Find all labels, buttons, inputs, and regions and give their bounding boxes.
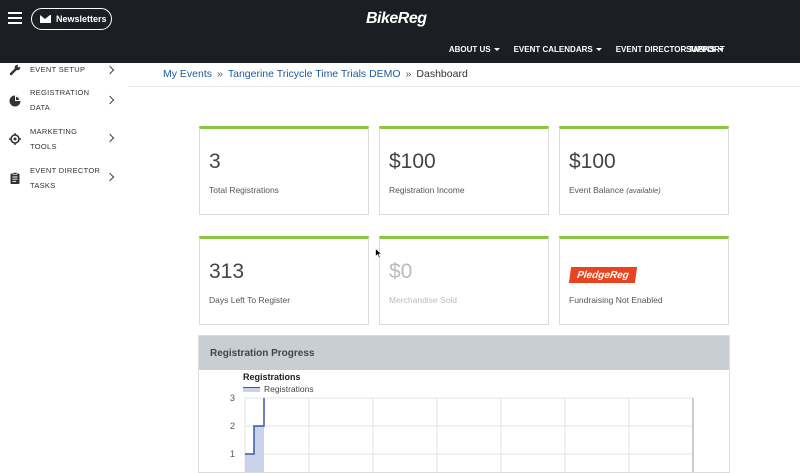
sidebar-item-marketing-tools[interactable]: MARKETING TOOLS	[0, 124, 128, 154]
breadcrumb-current: Dashboard	[416, 68, 468, 80]
caret-down-icon	[595, 48, 602, 51]
pie-chart-icon	[9, 95, 21, 107]
breadcrumb-divider	[128, 86, 800, 87]
card-label: Registration Income	[389, 185, 465, 195]
card-label-note: (available)	[626, 186, 661, 195]
chevron-right-icon	[105, 65, 115, 75]
target-icon	[9, 133, 21, 145]
newsletters-button[interactable]: Newsletters	[31, 8, 112, 30]
registrations-chart: 3 2 1	[230, 393, 694, 472]
nav-about-us-label: ABOUT US	[448, 45, 491, 54]
card-fundraising[interactable]: PledgeReg Fundraising Not Enabled	[559, 236, 729, 325]
card-label: Event Balance (available)	[569, 185, 661, 195]
card-label: Total Registrations	[209, 185, 279, 195]
chart-y-ticks: 3 2 1	[230, 393, 235, 459]
sidebar-item-event-setup[interactable]: EVENT SETUP	[0, 63, 128, 77]
sidebar-item-label-line2: TOOLS	[30, 142, 57, 151]
breadcrumb: My Events » Tangerine Tricycle Time Tria…	[163, 68, 468, 80]
card-registration-income[interactable]: $100 Registration Income	[379, 126, 549, 215]
chevron-right-icon	[105, 172, 115, 182]
registration-progress-header: Registration Progress	[199, 336, 729, 370]
mouse-cursor-icon	[375, 248, 383, 259]
nav-support[interactable]: SUPPORT	[686, 45, 725, 54]
card-label: Fundraising Not Enabled	[569, 295, 663, 305]
sidebar-item-label-line1: MARKETING	[30, 127, 78, 136]
wrench-icon	[9, 64, 21, 76]
card-merchandise-sold[interactable]: $0 Merchandise Sold	[379, 236, 549, 325]
card-value: $100	[569, 150, 616, 173]
sidebar: EVENT SETUP REGISTRATION DATA MARKETING …	[0, 63, 128, 473]
card-value: $0	[389, 260, 413, 283]
breadcrumb-event[interactable]: Tangerine Tricycle Time Trials DEMO	[228, 68, 401, 80]
sidebar-item-label-line1: REGISTRATION	[30, 88, 90, 97]
pledgereg-logo: PledgeReg	[568, 267, 638, 283]
card-value: $100	[389, 150, 436, 173]
chart-grid	[244, 397, 694, 472]
sidebar-item-label: EVENT SETUP	[30, 65, 86, 74]
y-tick-label: 3	[230, 393, 235, 403]
sidebar-item-label-line2: TASKS	[30, 181, 56, 190]
chart-title: Registrations	[243, 372, 301, 382]
top-navigation-bar: Newsletters BikeReg ABOUT US EVENT CALEN…	[0, 0, 800, 63]
newsletters-label: Newsletters	[56, 14, 107, 24]
y-tick-label: 1	[230, 449, 235, 459]
sidebar-item-label-line1: EVENT DIRECTOR	[30, 166, 101, 175]
sidebar-item-registration-data[interactable]: REGISTRATION DATA	[0, 85, 128, 115]
y-tick-label: 2	[230, 421, 235, 431]
caret-down-icon	[493, 48, 500, 51]
hamburger-menu-icon[interactable]	[8, 12, 22, 26]
card-total-registrations[interactable]: 3 Total Registrations	[199, 126, 369, 215]
card-label-text: Event Balance	[569, 185, 624, 195]
nav-event-calendars[interactable]: EVENT CALENDARS	[514, 45, 602, 54]
card-event-balance[interactable]: $100 Event Balance (available)	[559, 126, 729, 215]
registration-progress-panel: Registration Progress Registrations Regi…	[198, 335, 730, 473]
breadcrumb-separator: »	[217, 68, 223, 80]
card-label: Days Left To Register	[209, 295, 291, 305]
chevron-right-icon	[105, 133, 115, 143]
card-days-left[interactable]: 313 Days Left To Register	[199, 236, 369, 325]
sidebar-item-label-line2: DATA	[30, 103, 51, 112]
envelope-icon	[40, 15, 51, 23]
nav-about-us[interactable]: ABOUT US	[449, 45, 500, 54]
bikereg-logo[interactable]: BikeReg	[366, 10, 427, 28]
clipboard-icon	[10, 172, 20, 184]
card-label: Merchandise Sold	[389, 295, 458, 305]
card-value: 3	[209, 150, 221, 173]
chevron-right-icon	[105, 95, 115, 105]
main-nav: ABOUT US EVENT CALENDARS EVENT DIRECTOR …	[449, 45, 724, 54]
sidebar-item-event-director-tasks[interactable]: EVENT DIRECTOR TASKS	[0, 163, 128, 193]
breadcrumb-my-events[interactable]: My Events	[163, 68, 212, 80]
card-value: 313	[209, 260, 245, 283]
breadcrumb-separator: »	[405, 68, 412, 80]
nav-event-calendars-label: EVENT CALENDARS	[513, 45, 593, 54]
